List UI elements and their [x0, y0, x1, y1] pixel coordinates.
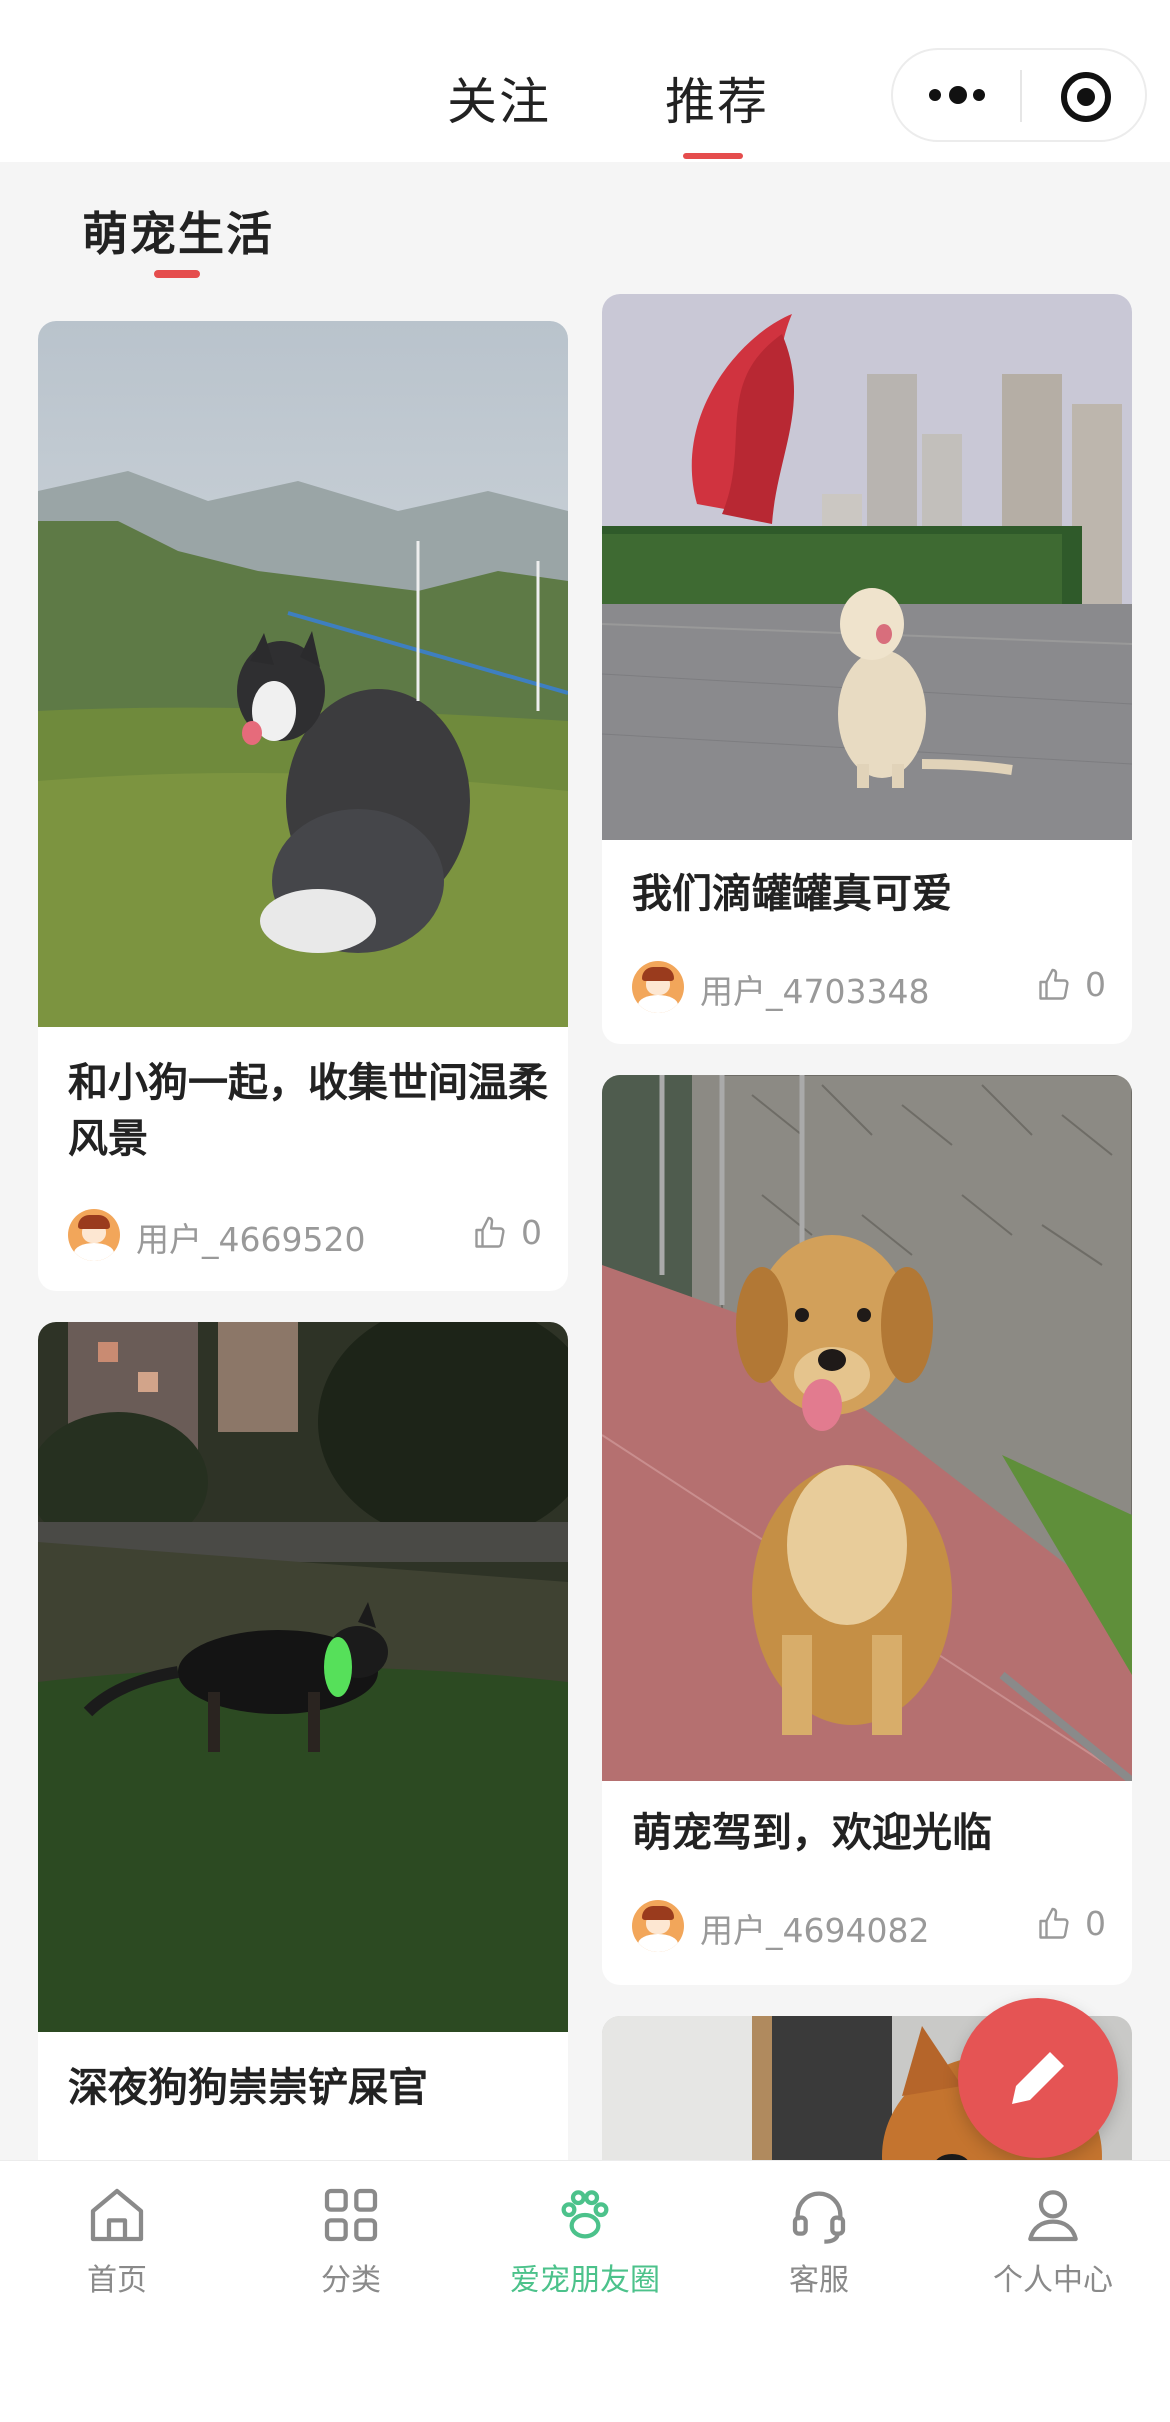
tab-recommend[interactable]: 推荐 [665, 62, 769, 134]
post-title[interactable]: 深夜狗狗崇崇铲屎官 [68, 2060, 548, 2116]
post-meta: 用户_4703348 0 [632, 961, 1106, 1013]
like-icon[interactable] [472, 1215, 508, 1251]
tab-active-indicator [683, 153, 743, 159]
section-title: 萌宠生活 [82, 207, 274, 261]
nav-label: 首页 [87, 2263, 147, 2298]
create-post-button[interactable] [958, 1998, 1118, 2158]
username[interactable]: 用户_4703348 [700, 965, 929, 1013]
post-card[interactable]: 我们滴罐罐真可爱 用户_4703348 0 [602, 294, 1132, 1044]
post-title[interactable]: 我们滴罐罐真可爱 [632, 866, 1112, 922]
post-title[interactable]: 和小狗一起，收集世间温柔风景 [68, 1055, 548, 1167]
like-count: 0 [521, 1213, 542, 1252]
grid-icon [324, 2188, 378, 2242]
nav-profile[interactable]: 个人中心 [953, 2183, 1153, 2303]
like-count: 0 [1085, 1904, 1106, 1943]
post-card[interactable]: 和小狗一起，收集世间温柔风景 用户_4669520 0 [38, 321, 568, 1291]
like-icon[interactable] [1036, 1906, 1072, 1942]
post-image-night-dog [38, 1322, 568, 2032]
miniprogram-capsule [891, 48, 1147, 142]
post-meta: 用户_4694082 0 [632, 1900, 1106, 1952]
nav-customer-service[interactable]: 客服 [719, 2183, 919, 2303]
nav-label: 爱宠朋友圈 [510, 2263, 660, 2298]
tab-follow[interactable]: 关注 [447, 62, 551, 134]
post-card[interactable]: 萌宠驾到，欢迎光临 用户_4694082 0 [602, 1075, 1132, 1985]
top-bar: 关注 推荐 [0, 0, 1170, 162]
paw-icon [561, 2190, 609, 2239]
nav-pet-moments[interactable]: 爱宠朋友圈 [485, 2183, 685, 2303]
post-image-golden-retriever [602, 1075, 1132, 1781]
capsule-divider [1020, 70, 1022, 122]
headset-icon [792, 2191, 846, 2244]
more-icon[interactable] [929, 86, 989, 106]
like-count: 0 [1085, 965, 1106, 1004]
post-image-border-collie [38, 321, 568, 1027]
home-icon [90, 2188, 144, 2242]
nav-label: 分类 [321, 2263, 381, 2298]
nav-label: 客服 [789, 2263, 849, 2298]
close-target-icon[interactable] [1061, 72, 1111, 122]
nav-label: 个人中心 [993, 2263, 1113, 2298]
nav-category[interactable]: 分类 [251, 2183, 451, 2303]
post-title[interactable]: 萌宠驾到，欢迎光临 [632, 1805, 1112, 1861]
bottom-nav: 首页 分类 爱宠朋友圈 客服 个人中心 [0, 2160, 1170, 2422]
username[interactable]: 用户_4694082 [700, 1904, 929, 1952]
username[interactable]: 用户_4669520 [136, 1213, 365, 1261]
avatar[interactable] [68, 1209, 120, 1261]
avatar[interactable] [632, 1900, 684, 1952]
section-underline [154, 270, 200, 278]
pencil-icon [1012, 2046, 1070, 2104]
person-icon [1028, 2190, 1078, 2242]
post-meta: 用户_4669520 0 [68, 1209, 542, 1261]
post-card[interactable]: 深夜狗狗崇崇铲屎官 [38, 1322, 568, 2222]
avatar[interactable] [632, 961, 684, 1013]
nav-home[interactable]: 首页 [17, 2183, 217, 2303]
like-icon[interactable] [1036, 967, 1072, 1003]
post-image-puppy-plaza [602, 294, 1132, 840]
